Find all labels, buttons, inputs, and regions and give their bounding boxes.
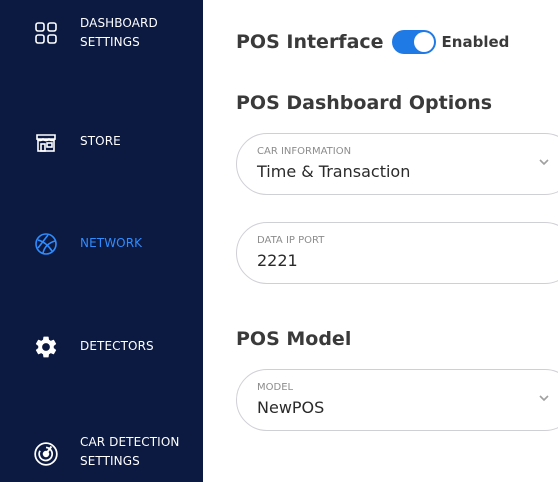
dashboard-options-title: POS Dashboard Options xyxy=(236,92,493,114)
gear-icon xyxy=(33,334,59,360)
store-icon xyxy=(33,129,59,155)
sidebar-item-detectors[interactable]: DETECTORS xyxy=(0,325,203,369)
car-information-label: CAR INFORMATION xyxy=(257,146,352,157)
radar-icon xyxy=(33,441,59,467)
data-ip-port-field[interactable]: DATA IP PORT 2221 xyxy=(236,222,558,284)
pos-interface-row: POS Interface Enabled xyxy=(236,30,509,54)
pos-interface-toggle[interactable] xyxy=(391,30,436,54)
toggle-state-label: Enabled xyxy=(441,33,510,51)
sidebar-item-network[interactable]: NETWORK xyxy=(0,222,203,266)
sidebar-item-label: CAR DETECTION SETTINGS xyxy=(80,435,180,468)
main-content: POS Interface Enabled POS Dashboard Opti… xyxy=(203,0,558,482)
sidebar-item-label: NETWORK xyxy=(80,236,143,250)
pos-model-title: POS Model xyxy=(236,328,352,350)
data-ip-port-label: DATA IP PORT xyxy=(257,235,325,246)
sidebar-item-label: DETECTORS xyxy=(80,339,154,353)
dashboard-icon xyxy=(33,20,59,46)
model-select[interactable]: MODEL NewPOS xyxy=(236,369,558,431)
sidebar-item-store[interactable]: STORE xyxy=(0,120,203,164)
car-information-select[interactable]: CAR INFORMATION Time & Transaction xyxy=(236,133,558,195)
chevron-down-icon xyxy=(537,390,551,404)
sidebar-item-label: STORE xyxy=(80,134,121,148)
network-icon xyxy=(33,231,59,257)
sidebar: DASHBOARD SETTINGS STORE NETWORK DETECTO… xyxy=(0,0,203,482)
sidebar-item-car-detection-settings[interactable]: CAR DETECTION SETTINGS xyxy=(0,425,203,482)
sidebar-item-dashboard-settings[interactable]: DASHBOARD SETTINGS xyxy=(0,0,203,72)
model-value: NewPOS xyxy=(257,398,325,417)
pos-interface-title: POS Interface xyxy=(236,31,384,53)
car-information-value: Time & Transaction xyxy=(257,162,411,181)
model-label: MODEL xyxy=(257,382,294,393)
data-ip-port-value: 2221 xyxy=(257,251,298,270)
chevron-down-icon xyxy=(537,154,551,168)
toggle-knob xyxy=(413,32,434,52)
sidebar-item-label: DASHBOARD SETTINGS xyxy=(80,16,158,49)
